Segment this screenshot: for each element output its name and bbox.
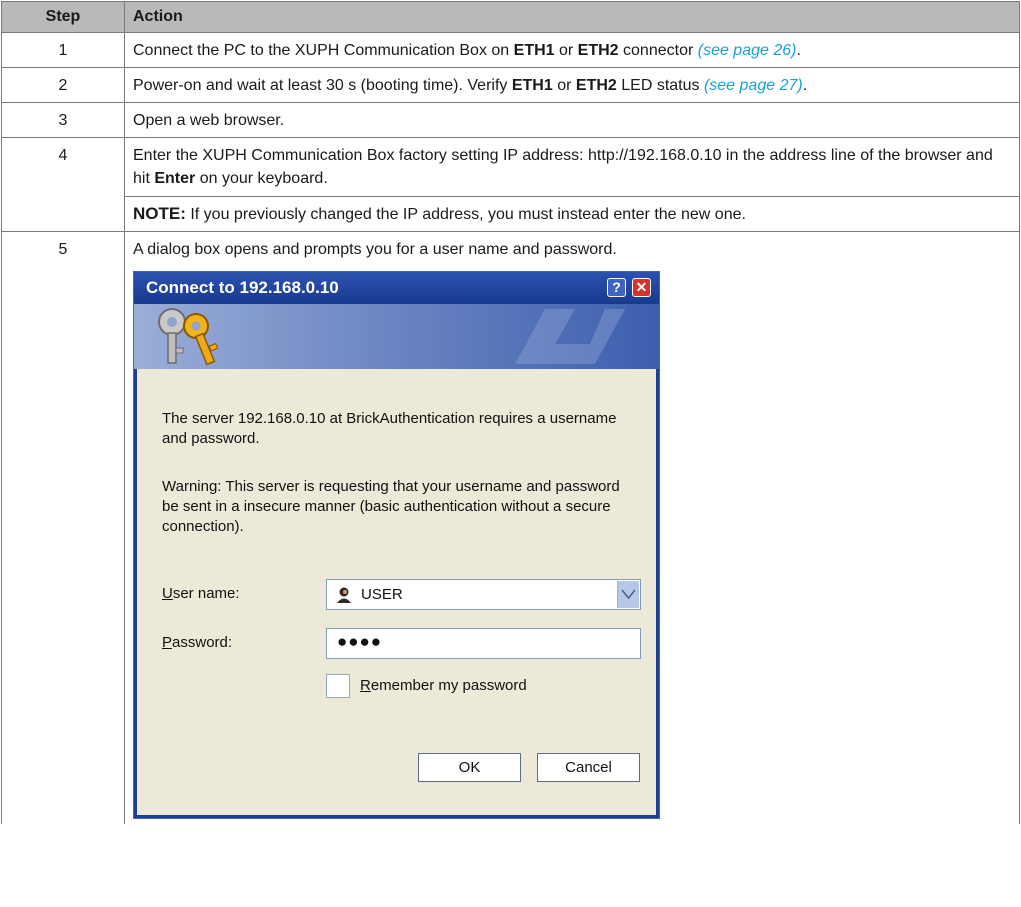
remember-password-checkbox[interactable] (326, 674, 350, 698)
username-combobox[interactable]: USER (326, 579, 641, 610)
table-header-row: Step Action (1, 1, 1020, 33)
action-text: or (554, 42, 578, 59)
banner-watermark (515, 309, 625, 364)
action-text: Open a web browser. (133, 112, 285, 129)
dialog-title-bar: Connect to 192.168.0.10 ? ✕ (134, 272, 659, 304)
cancel-button[interactable]: Cancel (537, 753, 640, 782)
step-number: 5 (1, 231, 125, 824)
server-message: The server 192.168.0.10 at BrickAuthenti… (162, 410, 617, 447)
page-reference-link[interactable]: (see page 27) (704, 77, 803, 94)
action-text: on your keyboard. (195, 170, 328, 187)
keys-icon (158, 308, 219, 366)
chevron-down-icon[interactable] (617, 581, 639, 608)
procedure-table: Step Action 1 Connect the PC to the XUPH… (1, 1, 1020, 824)
action-cell: Enter the XUPH Communication Box factory… (124, 137, 1020, 197)
security-warning: Warning: This server is requesting that … (162, 478, 620, 535)
connector-name: ETH2 (575, 77, 617, 94)
action-text: LED status (616, 77, 704, 94)
close-icon[interactable]: ✕ (632, 278, 651, 297)
table-row: 1 Connect the PC to the XUPH Communicati… (1, 32, 1020, 68)
action-text: . (802, 77, 808, 94)
action-cell: Power-on and wait at least 30 s (booting… (124, 67, 1020, 103)
step-number: 2 (1, 67, 125, 103)
table-row: 5 A dialog box opens and prompts you for… (1, 231, 1020, 824)
action-cell: Open a web browser. (124, 102, 1020, 138)
action-cell: A dialog box opens and prompts you for a… (124, 231, 1020, 824)
key-name: Enter (154, 170, 196, 187)
action-cell: Connect the PC to the XUPH Communication… (124, 32, 1020, 68)
help-icon[interactable]: ? (607, 278, 626, 297)
step-column-header: Step (1, 1, 125, 33)
username-value: USER (361, 586, 403, 603)
table-row: 3 Open a web browser. (1, 102, 1020, 138)
dialog-banner (134, 304, 659, 369)
action-text: Power-on and wait at least 30 s (booting… (133, 77, 512, 94)
step-number: 1 (1, 32, 125, 68)
action-text: connector (618, 42, 698, 59)
ok-button[interactable]: OK (418, 753, 521, 782)
action-text: or (552, 77, 576, 94)
user-icon (337, 587, 351, 603)
step-number: 4 (1, 137, 125, 232)
table-row: 2 Power-on and wait at least 30 s (booti… (1, 67, 1020, 103)
username-label: User name: (162, 585, 240, 602)
dialog-title: Connect to 192.168.0.10 (146, 278, 339, 297)
note-cell: NOTE: If you previously changed the IP a… (124, 196, 1020, 232)
login-dialog-screenshot: Connect to 192.168.0.10 ? ✕ The server 1… (133, 271, 660, 819)
note-label: NOTE: (133, 204, 186, 223)
connector-name: ETH1 (513, 42, 555, 59)
connector-name: ETH2 (577, 42, 619, 59)
page-reference-link[interactable]: (see page 26) (698, 42, 797, 59)
dialog-body: The server 192.168.0.10 at BrickAuthenti… (137, 369, 656, 815)
table-row: NOTE: If you previously changed the IP a… (2, 196, 1020, 232)
table-row: 4 Enter the XUPH Communication Box facto… (1, 137, 1020, 232)
step-number: 3 (1, 102, 125, 138)
action-text: Connect the PC to the XUPH Communication… (133, 42, 514, 59)
action-column-header: Action (124, 1, 1020, 33)
note-text: If you previously changed the IP address… (185, 206, 746, 223)
remember-password-label[interactable]: Remember my password (360, 676, 527, 696)
action-text: A dialog box opens and prompts you for a… (133, 241, 617, 258)
password-mask: ●●●● (337, 632, 383, 651)
password-label: Password: (162, 634, 233, 651)
password-field[interactable]: ●●●● (326, 628, 641, 659)
action-text: . (796, 42, 801, 59)
connector-name: ETH1 (511, 77, 553, 94)
